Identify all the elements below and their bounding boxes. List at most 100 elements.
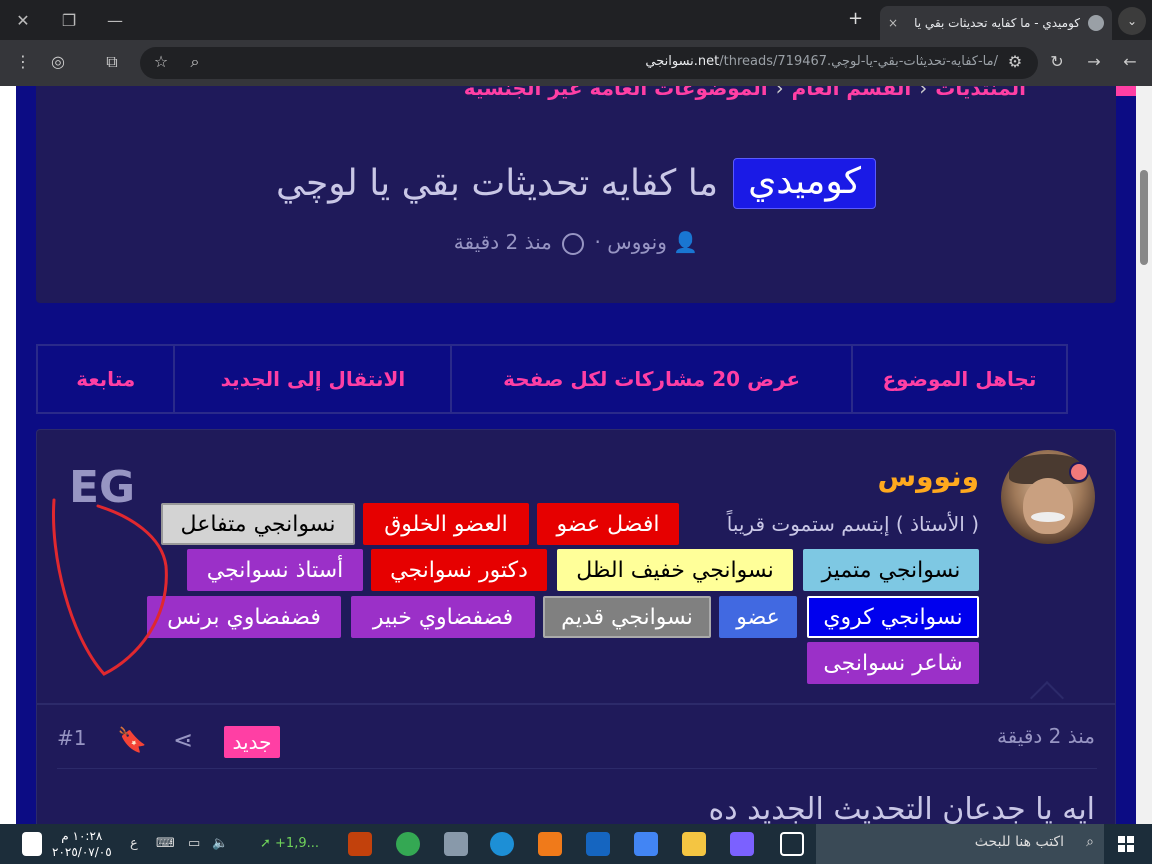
search-placeholder: اكتب هنا للبحث (974, 834, 1064, 850)
restore-window-icon[interactable]: ❐ (46, 0, 92, 40)
search-icon: ⌕ (1086, 834, 1094, 850)
bookmark-icon[interactable]: 🔖 (117, 726, 147, 754)
jump-to-new-button[interactable]: الانتقال إلى الجديد (173, 346, 450, 412)
stock-value: +1,9... (275, 836, 319, 851)
tab-bar: ✕ ❐ — + كوميدي - ما كفايه تحديثات بقي يا… (0, 0, 1152, 40)
thread-actions: تجاهل الموضوع عرض 20 مشاركات لكل صفحة ال… (36, 344, 1068, 414)
back-icon[interactable]: ← (1119, 52, 1141, 71)
ignore-thread-button[interactable]: تجاهل الموضوع (850, 346, 1066, 412)
post-body: ايه يا جدعان التحديث الجديد ده (708, 792, 1095, 824)
badge: عضو (719, 596, 797, 638)
badge: فضفضاوي خبير (351, 596, 535, 638)
reload-icon[interactable]: ↻ (1046, 52, 1068, 71)
outlook-icon[interactable] (586, 832, 610, 856)
badge: أستاذ نسوانجي (187, 549, 363, 591)
breadcrumb: المنتديات ‹ القسم العام ‹ الموضوعات العامة غ… (464, 86, 1026, 100)
folder-icon[interactable] (682, 832, 706, 856)
chrome-icon[interactable] (396, 832, 420, 856)
watch-button[interactable]: متابعة (38, 346, 173, 412)
badge: نسوانجي متميز (803, 549, 979, 591)
post-username[interactable]: ونووس (877, 460, 979, 493)
thread-meta: 👤 ونووس · منذ 2 دقيقة (36, 230, 1116, 255)
tab-title: كوميدي - ما كفايه تحديثات بقي يا (914, 16, 1080, 30)
clock-time: ١٠:٢٨ م (61, 829, 103, 843)
avatar-face (1023, 478, 1073, 534)
user-icon: 👤 (673, 230, 699, 254)
breadcrumb-item[interactable]: القسم العام (792, 86, 912, 100)
photos-icon[interactable] (444, 832, 468, 856)
breadcrumb-item[interactable]: الموضوعات العامة غير الجنسية (464, 86, 768, 100)
online-indicator (1069, 462, 1089, 482)
chevron-left-icon: ‹ (775, 86, 784, 100)
stock-widget[interactable]: ➚ +1,9... (260, 836, 319, 851)
post-number[interactable]: #1 (57, 726, 86, 750)
taskbar: ١٠:٢٨ م ٢٠٢٥/٠٧/٠٥ ع ⌨ ▭ 🔈 ➚ +1,9... اكت… (0, 824, 1152, 864)
badge: نسوانجي خفيف الظل (557, 549, 793, 591)
close-window-icon[interactable]: ✕ (0, 0, 46, 40)
language-indicator[interactable]: ع (130, 836, 138, 851)
avatar-mustache (1031, 512, 1065, 522)
thread-prefix[interactable]: كوميدي (733, 158, 877, 209)
vlc-icon[interactable] (538, 832, 562, 856)
breadcrumb-item[interactable]: المنتديات (935, 86, 1026, 100)
thread-header: كوميدي ما كفايه تحديثات بقي يا لوچي 👤 ون… (36, 86, 1116, 303)
thread-title-text: ما كفايه تحديثات بقي يا لوچي (275, 163, 718, 204)
forward-icon[interactable]: → (1083, 52, 1105, 71)
network-icon[interactable]: ▭ (188, 836, 200, 851)
page-margin (0, 86, 16, 824)
scrollbar-thumb[interactable] (1140, 170, 1148, 265)
minimize-window-icon[interactable]: — (92, 0, 138, 40)
user-title: ( الأستاذ ) إبتسم ستموت قريباً (726, 512, 979, 536)
badge: شاعر نسوانجى (807, 642, 979, 684)
task-view-icon[interactable] (780, 832, 804, 856)
globe-icon (1088, 15, 1104, 31)
address-bar[interactable]: ☆ ⌕ نسوانجي.net/threads/719467.ما-كفايه-… (140, 47, 1038, 79)
chevron-left-icon: ‹ (919, 86, 928, 100)
badge: فضفضاوي برنس (147, 596, 341, 638)
clock-icon (562, 232, 585, 255)
app-icon[interactable] (348, 832, 372, 856)
meta-separator: · (588, 230, 601, 254)
browser-tab[interactable]: كوميدي - ما كفايه تحديثات بقي يا × (880, 6, 1112, 40)
post-card: ونووس ( الأستاذ ) إبتسم ستموت قريباً EG … (36, 429, 1116, 824)
url-host: نسوانجي.net (645, 54, 720, 69)
url-path: /threads/719467.ما-كفايه-تحديثات-بقي-يا-… (719, 54, 998, 69)
new-tab-button[interactable]: + (848, 8, 863, 29)
badge: نسوانجي قديم (543, 596, 711, 638)
badge: العضو الخلوق (363, 503, 529, 545)
divider (57, 768, 1097, 769)
badge: نسوانجي كروي (807, 596, 979, 638)
badge: نسوانجي متفاعل (161, 503, 355, 545)
clock[interactable]: ١٠:٢٨ م ٢٠٢٥/٠٧/٠٥ (52, 828, 112, 860)
extensions-icon[interactable]: ⧉ (101, 52, 123, 72)
site-info-icon[interactable]: ⚙ (1004, 52, 1026, 71)
taskbar-search[interactable]: اكتب هنا للبحث ⌕ (816, 824, 1104, 864)
windows-start-icon[interactable] (1118, 836, 1134, 852)
thread-title: كوميدي ما كفايه تحديثات بقي يا لوچي (36, 158, 1116, 209)
post-time[interactable]: منذ 2 دقيقة (997, 724, 1095, 748)
bookmark-star-icon[interactable]: ☆ (150, 52, 172, 71)
url-text[interactable]: نسوانجي.net/threads/719467.ما-كفايه-تحدي… (645, 54, 998, 69)
per-page-button[interactable]: عرض 20 مشاركات لكل صفحة (450, 346, 850, 412)
zoom-icon[interactable]: ⌕ (184, 52, 206, 72)
post-footer: منذ 2 دقيقة جديد ⋖ 🔖 #1 (37, 706, 1115, 768)
menu-dots-icon[interactable]: ⋮ (12, 52, 34, 71)
tab-search-chevron-icon[interactable]: ⌄ (1118, 7, 1146, 35)
new-badge: جديد (224, 726, 280, 758)
notification-icon[interactable] (22, 832, 42, 856)
volume-icon[interactable]: 🔈 (212, 836, 228, 851)
keyboard-icon[interactable]: ⌨ (156, 836, 175, 851)
profile-icon[interactable]: ◎ (47, 52, 69, 71)
badge: دكتور نسوانجي (371, 549, 547, 591)
copilot-icon[interactable] (730, 832, 754, 856)
clock-date: ٢٠٢٥/٠٧/٠٥ (52, 845, 112, 859)
thread-author[interactable]: ونووس (607, 230, 667, 254)
tab-close-button[interactable]: × (888, 16, 898, 30)
edge-icon[interactable] (490, 832, 514, 856)
badge: افضل عضو (537, 503, 679, 545)
share-icon[interactable]: ⋖ (173, 726, 193, 754)
page-content: كوميدي ما كفايه تحديثات بقي يا لوچي 👤 ون… (0, 86, 1136, 824)
thread-time[interactable]: منذ 2 دقيقة (454, 230, 552, 254)
store-icon[interactable] (634, 832, 658, 856)
divider (37, 703, 1115, 705)
